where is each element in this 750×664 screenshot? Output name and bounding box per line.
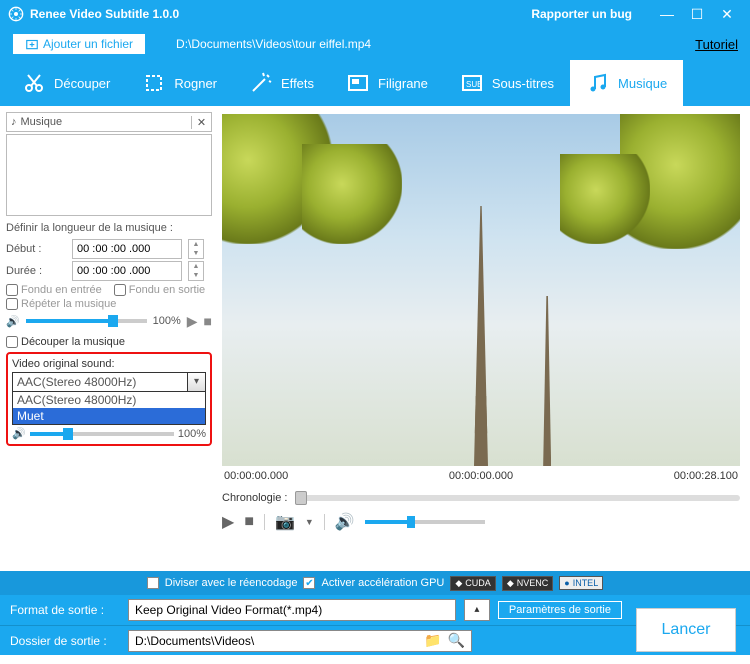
original-sound-value: AAC(Stereo 48000Hz) [13,373,187,391]
split-reencode-label: Diviser avec le réencodage [165,577,298,589]
svg-text:SUB: SUB [466,80,482,89]
start-time-input[interactable] [72,239,182,259]
preview-panel: 00:00:00.000 00:00:00.000 00:00:28.100 C… [218,106,750,571]
chronology-label: Chronologie : [222,492,287,504]
original-volume-slider[interactable] [30,432,174,436]
format-label: Format de sortie : [10,603,120,617]
gpu-accel-label: Activer accélération GPU [321,577,444,589]
music-header-label: Musique [21,116,63,128]
file-row: Ajouter un fichier D:\Documents\Videos\t… [0,28,750,60]
split-reencode-checkbox[interactable] [147,577,159,589]
nvenc-badge: ◆NVENC [502,576,553,591]
current-file-path: D:\Documents\Videos\tour eiffel.mp4 [176,37,371,51]
tab-music[interactable]: Musique [570,60,683,106]
encoding-options: Diviser avec le réencodage ✔ Activer acc… [0,571,750,595]
preview-volume-slider[interactable] [365,520,485,524]
tab-watermark-label: Filigrane [378,76,428,91]
original-sound-dropdown: AAC(Stereo 48000Hz) Muet [12,392,206,425]
original-volume-value: 100% [178,428,206,440]
video-preview[interactable] [222,114,740,466]
tab-watermark[interactable]: Filigrane [330,60,444,106]
app-logo-icon [8,6,24,22]
watermark-icon [346,71,370,95]
sound-option-aac[interactable]: AAC(Stereo 48000Hz) [13,392,205,408]
tab-music-label: Musique [618,76,667,91]
subtitle-icon: SUB [460,71,484,95]
gpu-accel-checkbox[interactable]: ✔ [303,577,315,589]
tab-crop[interactable]: Rogner [126,60,233,106]
wand-icon [249,71,273,95]
speaker-icon: 🔊 [6,315,20,328]
time-current: 00:00:00.000 [449,470,513,482]
tab-cut[interactable]: Découper [6,60,126,106]
tutorial-link[interactable]: Tutoriel [695,37,738,52]
intel-badge: ●INTEL [559,576,603,590]
launch-button[interactable]: Lancer [636,608,736,652]
folder-path-field[interactable]: D:\Documents\Videos\ 📁 🔍 [128,630,472,652]
cuda-badge: ◆CUDA [450,576,495,591]
speaker-icon: 🔊 [12,427,26,440]
duration-spinner[interactable]: ▲▼ [188,261,204,281]
time-start: 00:00:00.000 [224,470,288,482]
fade-out-checkbox[interactable]: Fondu en sortie [114,284,205,296]
add-file-icon [25,37,39,51]
app-title: Renee Video Subtitle 1.0.0 [30,7,179,21]
snapshot-button[interactable]: 📷 [275,512,295,532]
music-header-bar: ♪ Musique ✕ [6,112,212,132]
timecode-row: 00:00:00.000 00:00:00.000 00:00:28.100 [222,470,740,482]
tab-cut-label: Découper [54,76,110,91]
tab-subtitles-label: Sous-titres [492,76,554,91]
original-sound-section: Video original sound: AAC(Stereo 48000Hz… [6,352,212,446]
minimize-button[interactable]: — [652,6,682,22]
music-remove-button[interactable]: ✕ [191,116,211,129]
tab-effects-label: Effets [281,76,314,91]
music-volume-slider[interactable] [26,319,147,323]
titlebar: Renee Video Subtitle 1.0.0 Rapporter un … [0,0,750,28]
music-play-button[interactable]: ▶ [187,313,198,330]
add-file-label: Ajouter un fichier [43,37,133,51]
music-length-label: Définir la longueur de la musique : [6,222,212,234]
tab-subtitles[interactable]: SUB Sous-titres [444,60,570,106]
duration-input[interactable] [72,261,182,281]
tab-crop-label: Rogner [174,76,217,91]
format-dropdown-button[interactable]: ▴ [464,599,490,621]
chevron-down-icon[interactable]: ▾ [187,373,205,391]
output-params-button[interactable]: Paramètres de sortie [498,601,622,619]
music-panel: ♪ Musique ✕ Définir la longueur de la mus… [0,106,218,571]
add-file-button[interactable]: Ajouter un fichier [12,33,146,55]
format-select[interactable]: Keep Original Video Format(*.mp4) [128,599,456,621]
playback-controls: ▶ ■ 📷 ▼ 🔊 [222,512,740,532]
note-icon: ♪ [11,116,17,128]
search-icon[interactable]: 🔍 [448,632,465,649]
stop-button[interactable]: ■ [244,513,254,531]
music-stop-button[interactable]: ■ [204,313,212,329]
chevron-down-icon[interactable]: ▼ [305,517,314,527]
maximize-button[interactable]: ☐ [682,6,712,23]
cut-music-checkbox[interactable]: Découper la musique [6,336,212,348]
music-list[interactable] [6,134,212,216]
fade-in-checkbox[interactable]: Fondu en entrée [6,284,102,296]
close-button[interactable]: ✕ [712,6,742,23]
repeat-checkbox[interactable]: Répéter la musique [6,298,212,310]
report-bug-link[interactable]: Rapporter un bug [531,7,632,21]
folder-label: Dossier de sortie : [10,634,120,648]
scissors-icon [22,71,46,95]
music-note-icon [586,71,610,95]
start-label: Début : [6,243,66,255]
tab-effects[interactable]: Effets [233,60,330,106]
original-sound-combo[interactable]: AAC(Stereo 48000Hz) ▾ [12,372,206,392]
original-sound-label: Video original sound: [12,358,206,370]
play-button[interactable]: ▶ [222,512,234,532]
crop-icon [142,71,166,95]
speaker-icon: 🔊 [335,512,355,532]
sound-option-mute[interactable]: Muet [13,408,205,424]
timeline-slider[interactable] [295,495,740,501]
folder-browse-icon[interactable]: 📁 [424,632,441,649]
main-area: ♪ Musique ✕ Définir la longueur de la mus… [0,106,750,571]
duration-label: Durée : [6,265,66,277]
music-volume-value: 100% [153,315,181,327]
time-end: 00:00:28.100 [674,470,738,482]
tool-tabs: Découper Rogner Effets Filigrane SUB Sou… [0,60,750,106]
start-spinner[interactable]: ▲▼ [188,239,204,259]
